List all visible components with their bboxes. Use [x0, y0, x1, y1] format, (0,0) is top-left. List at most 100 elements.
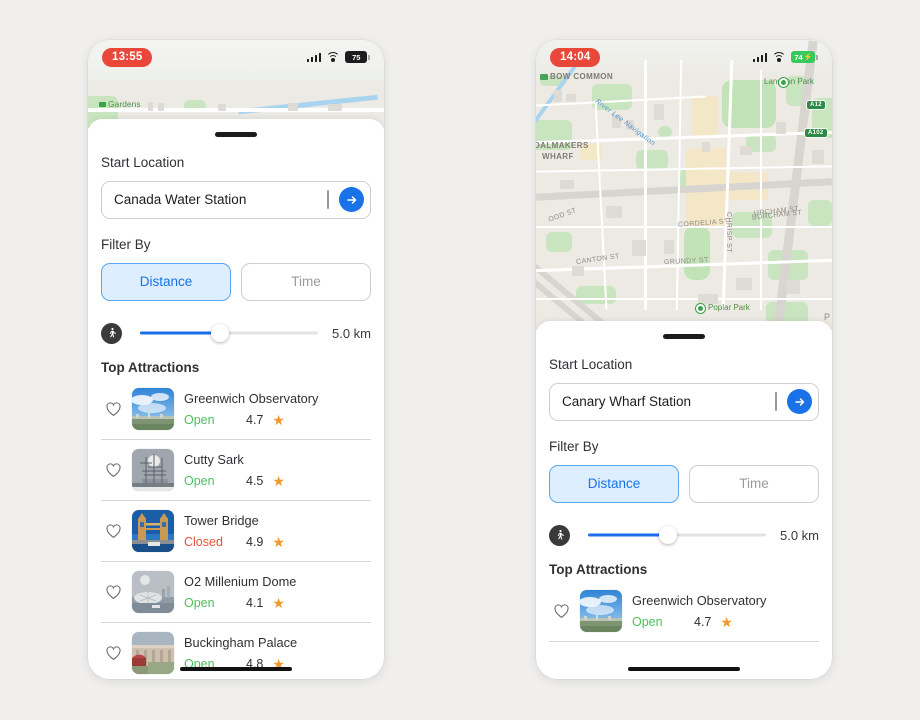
sheet-grabber[interactable]: [663, 334, 705, 339]
attraction-name: Cutty Sark: [184, 452, 244, 467]
status-badge: Open: [184, 413, 215, 427]
arrow-right-icon[interactable]: [339, 187, 364, 212]
attraction-name: Tower Bridge: [184, 513, 259, 528]
star-icon: ★: [272, 595, 285, 611]
wifi-icon: [326, 51, 341, 63]
cellular-bars-icon: [752, 52, 768, 62]
filter-time-button[interactable]: Time: [241, 262, 371, 301]
slider-value-label: 5.0 km: [779, 527, 819, 543]
map-view-right[interactable]: BOW COMMON River Lee Navigation Langdon …: [536, 40, 832, 330]
cutty-sark-photo: [132, 448, 174, 491]
battery-icon: 75: [345, 51, 370, 63]
list-item[interactable]: Greenwich Observatory Open 4.7 ★: [549, 581, 819, 642]
buckingham-palace-photo: [132, 631, 174, 674]
rating-value: 4.5: [246, 474, 264, 488]
home-indicator: [628, 666, 740, 671]
bottom-sheet-right[interactable]: Start Location Canary Wharf Station Filt…: [536, 321, 832, 679]
map-label-langdon-park: Langdon Park: [764, 77, 814, 86]
start-location-field[interactable]: Canary Wharf Station: [549, 382, 819, 421]
heart-outline-icon[interactable]: [105, 462, 122, 478]
wifi-icon: [772, 51, 787, 63]
text-cursor: [775, 392, 777, 411]
greenwich-observatory-photo: [580, 589, 622, 632]
screenshot-stage: Gardens 13:55 75 Start Location Canada W…: [0, 0, 920, 720]
heart-outline-icon[interactable]: [553, 603, 570, 619]
status-badge: Open: [632, 615, 663, 629]
list-item[interactable]: Cutty Sark Open 4.5 ★: [101, 440, 371, 501]
map-label-chrisp-st: CHRISP ST: [725, 212, 732, 253]
attraction-name: O2 Millenium Dome: [184, 574, 297, 589]
heart-outline-icon[interactable]: [105, 401, 122, 417]
start-location-value[interactable]: Canary Wharf Station: [562, 394, 775, 409]
top-attractions-title: Top Attractions: [549, 561, 648, 577]
map-label-gardens: Gardens: [108, 99, 141, 109]
map-label-poplar-park: Poplar Park: [708, 303, 750, 312]
filter-time-button[interactable]: Time: [689, 464, 819, 503]
status-badge: Open: [184, 596, 215, 610]
battery-level: 74: [794, 52, 803, 62]
heart-outline-icon[interactable]: [105, 584, 122, 600]
distance-slider[interactable]: [140, 324, 318, 342]
attraction-name: Buckingham Palace: [184, 635, 298, 650]
o2-dome-photo: [132, 570, 174, 613]
distance-slider[interactable]: [588, 526, 766, 544]
text-cursor: [327, 190, 329, 209]
slider-thumb[interactable]: [211, 324, 230, 342]
attraction-name: Greenwich Observatory: [632, 593, 767, 608]
battery-level: 75: [352, 52, 361, 62]
attraction-name: Greenwich Observatory: [184, 391, 319, 406]
filter-distance-button[interactable]: Distance: [549, 464, 679, 503]
start-location-value[interactable]: Canada Water Station: [114, 192, 327, 207]
map-pin-poplar-park[interactable]: [696, 304, 705, 313]
rating-value: 4.9: [246, 535, 264, 549]
sheet-grabber[interactable]: [215, 132, 257, 137]
status-badge: Open: [184, 474, 215, 488]
distance-slider-row: 5.0 km: [549, 524, 819, 546]
heart-outline-icon[interactable]: [105, 523, 122, 539]
charging-bolt-icon: ⚡: [803, 54, 813, 61]
status-time: 13:55: [102, 47, 153, 67]
map-label-p: P: [824, 312, 831, 322]
map-label-wharf: WHARF: [542, 152, 574, 161]
filter-by-label: Filter By: [101, 236, 151, 252]
status-bar-left: 13:55 75: [88, 40, 384, 74]
list-item[interactable]: Tower Bridge Closed 4.9 ★: [101, 501, 371, 562]
star-icon: ★: [272, 534, 285, 550]
home-indicator: [180, 666, 292, 671]
attractions-list: Greenwich Observatory Open 4.7 ★: [101, 379, 371, 680]
slider-thumb[interactable]: [659, 526, 678, 544]
filter-segmented-control: Distance Time: [101, 262, 371, 301]
map-pin-langdon-park[interactable]: [779, 78, 788, 87]
greenwich-observatory-photo: [132, 387, 174, 430]
rating-value: 4.1: [246, 596, 264, 610]
tower-bridge-photo: [132, 509, 174, 552]
top-attractions-title: Top Attractions: [101, 359, 200, 375]
filter-distance-button[interactable]: Distance: [101, 262, 231, 301]
cellular-bars-icon: [306, 52, 322, 62]
road-shield-a102: A102: [804, 128, 828, 138]
status-time: 14:04: [550, 47, 601, 67]
filter-by-label: Filter By: [549, 438, 599, 454]
status-bar-right: 14:04 74 ⚡: [536, 40, 832, 74]
start-location-label: Start Location: [101, 154, 185, 170]
bottom-sheet-left[interactable]: Start Location Canada Water Station Filt…: [88, 119, 384, 679]
heart-outline-icon[interactable]: [105, 645, 122, 661]
start-location-field[interactable]: Canada Water Station: [101, 180, 371, 219]
battery-charging-icon: 74 ⚡: [791, 51, 818, 63]
slider-value-label: 5.0 km: [331, 325, 371, 341]
road-shield-a12: A12: [806, 100, 826, 110]
phone-left: Gardens 13:55 75 Start Location Canada W…: [88, 40, 384, 679]
star-icon: ★: [272, 412, 285, 428]
distance-slider-row: 5.0 km: [101, 322, 371, 344]
arrow-right-icon[interactable]: [787, 389, 812, 414]
attractions-list: Greenwich Observatory Open 4.7 ★: [549, 581, 819, 642]
star-icon: ★: [720, 614, 733, 630]
list-item[interactable]: Greenwich Observatory Open 4.7 ★: [101, 379, 371, 440]
start-location-label: Start Location: [549, 356, 633, 372]
filter-segmented-control: Distance Time: [549, 464, 819, 503]
list-item[interactable]: O2 Millenium Dome Open 4.1 ★: [101, 562, 371, 623]
star-icon: ★: [272, 473, 285, 489]
walking-person-icon: [101, 322, 122, 344]
rating-value: 4.7: [694, 615, 712, 629]
walking-person-icon: [549, 524, 570, 546]
